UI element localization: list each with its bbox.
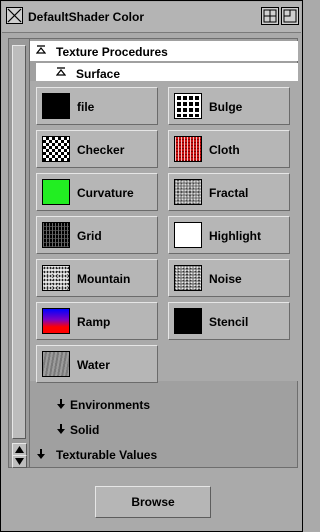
surface-header[interactable]: Surface xyxy=(36,63,298,83)
tile-label: Stencil xyxy=(209,315,249,329)
environments-header[interactable]: Environments xyxy=(30,392,298,416)
scroll-down-button[interactable] xyxy=(12,455,27,468)
texturable-values-label: Texturable Values xyxy=(56,448,158,462)
highlight-swatch-icon xyxy=(174,222,202,248)
water-swatch-icon xyxy=(42,351,70,377)
solid-label: Solid xyxy=(70,423,100,437)
restore-button[interactable] xyxy=(281,7,299,25)
tile-label: Ramp xyxy=(77,315,111,329)
tile-label: Noise xyxy=(209,272,242,286)
tile-fractal[interactable]: Fractal xyxy=(168,173,290,211)
restore-icon xyxy=(283,9,297,23)
footer-bar: Browse xyxy=(8,473,298,527)
curvature-swatch-icon xyxy=(42,179,70,205)
window-title: DefaultShader Color xyxy=(28,10,145,24)
expand-arrow-icon xyxy=(57,399,65,409)
tile-file[interactable]: file xyxy=(36,87,158,125)
scrollbar-thumb[interactable] xyxy=(12,45,26,439)
expand-arrow-icon xyxy=(57,424,65,434)
tile-cloth[interactable]: Cloth xyxy=(168,130,290,168)
arrow-down-icon xyxy=(15,458,24,465)
tile-label: file xyxy=(77,100,95,114)
environments-label: Environments xyxy=(70,398,151,412)
scroll-content: Texture Procedures Surface file Bulge Ch… xyxy=(30,39,298,467)
surface-label: Surface xyxy=(76,67,121,81)
maximize-icon xyxy=(263,9,277,23)
grid-swatch-icon xyxy=(42,222,70,248)
cloth-swatch-icon xyxy=(174,136,202,162)
tile-curvature[interactable]: Curvature xyxy=(36,173,158,211)
tile-label: Curvature xyxy=(77,186,134,200)
tile-label: Fractal xyxy=(209,186,249,200)
arrow-up-icon xyxy=(15,446,24,453)
file-swatch-icon xyxy=(42,93,70,119)
texture-procedures-header[interactable]: Texture Procedures xyxy=(30,41,298,61)
tile-checker[interactable]: Checker xyxy=(36,130,158,168)
solid-header[interactable]: Solid xyxy=(30,417,298,441)
tile-bulge[interactable]: Bulge xyxy=(168,87,290,125)
tile-noise[interactable]: Noise xyxy=(168,259,290,297)
tile-mountain[interactable]: Mountain xyxy=(36,259,158,297)
surface-tiles-panel: file Bulge Checker Cloth Curvature Fract… xyxy=(30,81,298,383)
tile-label: Bulge xyxy=(209,100,243,114)
noise-swatch-icon xyxy=(174,265,202,291)
expand-arrow-icon xyxy=(37,449,45,459)
checker-swatch-icon xyxy=(42,136,70,162)
shader-color-window: DefaultShader Color Texture Procedures S… xyxy=(0,0,303,532)
close-button[interactable] xyxy=(6,7,23,24)
mountain-swatch-icon xyxy=(42,265,70,291)
close-icon xyxy=(7,8,22,23)
texture-scroll-area[interactable]: Texture Procedures Surface file Bulge Ch… xyxy=(8,38,298,468)
collapse-icon xyxy=(36,45,46,54)
tile-ramp[interactable]: Ramp xyxy=(36,302,158,340)
texture-procedures-label: Texture Procedures xyxy=(56,45,168,59)
ramp-swatch-icon xyxy=(42,308,70,334)
stencil-swatch-icon xyxy=(174,308,202,334)
tile-highlight[interactable]: Highlight xyxy=(168,216,290,254)
tile-label: Mountain xyxy=(77,272,131,286)
tile-water[interactable]: Water xyxy=(36,345,158,383)
maximize-button[interactable] xyxy=(261,7,279,25)
collapse-icon xyxy=(56,67,66,76)
vertical-scrollbar[interactable] xyxy=(9,39,30,468)
tile-label: Checker xyxy=(77,143,125,157)
browse-button[interactable]: Browse xyxy=(95,486,211,518)
tile-label: Grid xyxy=(77,229,102,243)
tile-label: Water xyxy=(77,358,110,372)
tile-stencil[interactable]: Stencil xyxy=(168,302,290,340)
fractal-swatch-icon xyxy=(174,179,202,205)
tile-label: Cloth xyxy=(209,143,240,157)
tile-label: Highlight xyxy=(209,229,261,243)
title-bar[interactable]: DefaultShader Color xyxy=(2,2,301,33)
bulge-swatch-icon xyxy=(174,93,202,119)
tile-grid[interactable]: Grid xyxy=(36,216,158,254)
texturable-values-header[interactable]: Texturable Values xyxy=(30,442,298,466)
